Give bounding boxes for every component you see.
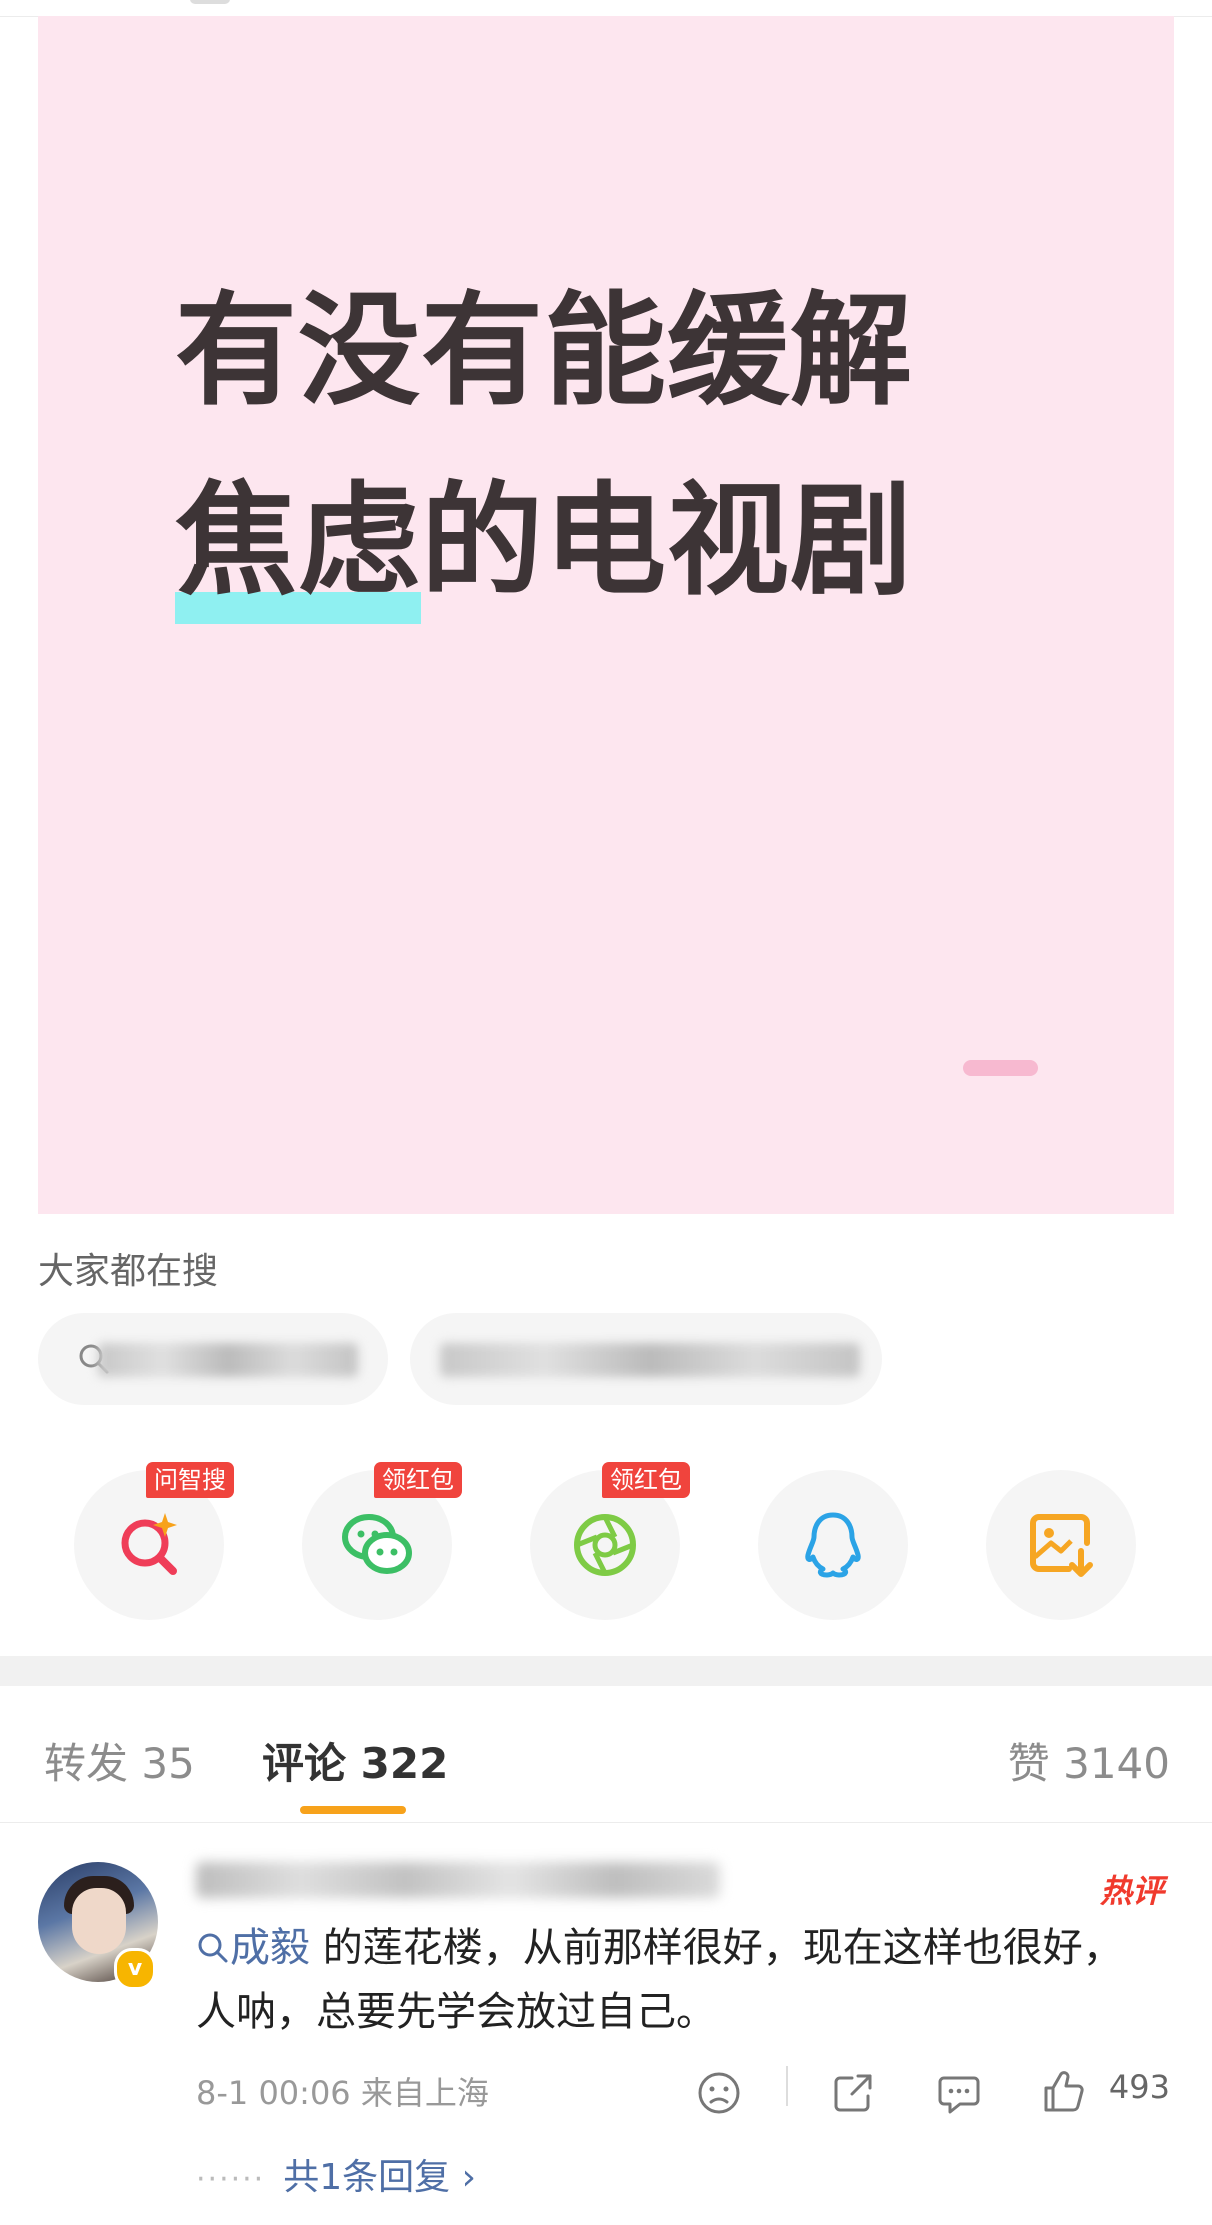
comment-location: 来自上海	[360, 2074, 489, 2112]
trending-search-chip-2[interactable]	[410, 1313, 882, 1405]
qq-icon	[805, 1512, 861, 1578]
highlighted-word: 焦虑	[175, 446, 421, 636]
view-replies-link[interactable]: ······ 共1条回复 ›	[196, 2148, 476, 2200]
blurred-search-text	[440, 1343, 860, 1377]
tab-comments[interactable]: 评论 322	[262, 1730, 448, 1791]
chevron-right-icon: ›	[461, 2157, 476, 2198]
wechat-icon	[342, 1514, 412, 1574]
reply-dots: ······	[196, 2162, 266, 2197]
blurred-search-text	[98, 1343, 358, 1377]
avatar-fragment	[190, 0, 230, 4]
image-headline: 有没有能缓解 焦虑的电视剧	[175, 256, 1105, 636]
share-icon	[834, 2074, 872, 2112]
decorative-bar	[963, 1060, 1038, 1076]
reply-button[interactable]	[936, 2070, 982, 2120]
interaction-tabs: 转发 35 评论 322 赞 3140	[0, 1686, 1212, 1823]
replies-label: 共1条回复	[283, 2157, 451, 2198]
trending-search-chip-1[interactable]	[38, 1313, 388, 1405]
tab-likes[interactable]: 赞 3140	[1008, 1730, 1170, 1791]
comment-icon	[938, 2076, 980, 2114]
active-tab-indicator	[300, 1806, 406, 1814]
headline-line-2: 焦虑的电视剧	[175, 446, 1105, 636]
thumbs-up-icon	[1044, 2071, 1084, 2112]
dislike-button[interactable]	[696, 2070, 742, 2120]
action-separator	[786, 2066, 788, 2106]
ai-search-button[interactable]: 问智搜	[74, 1462, 234, 1620]
commenter-name-blurred[interactable]	[196, 1862, 720, 1898]
share-badge: 问智搜	[146, 1462, 234, 1498]
hot-comment-label: 热评	[1099, 1872, 1164, 1910]
comment-like-count: 493	[1108, 2068, 1170, 2106]
moments-icon	[574, 1514, 636, 1576]
comment-time: 8-1 00:06	[196, 2074, 351, 2112]
ai-search-icon	[121, 1513, 177, 1575]
share-badge: 领红包	[374, 1462, 462, 1498]
repost-comment-button[interactable]	[830, 2070, 876, 2120]
section-divider	[0, 1656, 1212, 1686]
save-image-button[interactable]	[986, 1470, 1136, 1620]
headline-line-1: 有没有能缓解	[175, 280, 913, 422]
comment-text: 成毅 的莲花楼，从前那样很好，现在这样也很好，人呐，总要先学会放过自己。	[196, 1925, 1123, 2035]
post-image[interactable]: 有没有能缓解 焦虑的电视剧	[38, 16, 1174, 1214]
share-badge: 领红包	[602, 1462, 690, 1498]
verified-badge-icon: v	[114, 1948, 156, 1990]
tab-repost[interactable]: 转发 35	[44, 1730, 195, 1791]
qq-share-button[interactable]	[758, 1470, 908, 1620]
comment-meta: 8-1 00:06 来自上海	[196, 2068, 489, 2114]
moments-share-button[interactable]: 领红包	[530, 1462, 690, 1620]
trending-search-title: 大家都在搜	[38, 1251, 219, 1292]
sad-face-icon	[698, 2072, 740, 2114]
top-strip	[0, 0, 1212, 17]
mention-link[interactable]: 成毅	[196, 1925, 310, 1971]
wechat-share-button[interactable]: 领红包	[302, 1462, 462, 1620]
comment-item: v 热评 成毅 的莲花楼，从前那样很好，现在这样也很好，人呐，总要先学会放过自己…	[0, 1822, 1212, 2225]
like-button[interactable]	[1040, 2068, 1086, 2118]
save-image-icon	[1030, 1514, 1093, 1577]
search-icon	[198, 1933, 228, 1963]
